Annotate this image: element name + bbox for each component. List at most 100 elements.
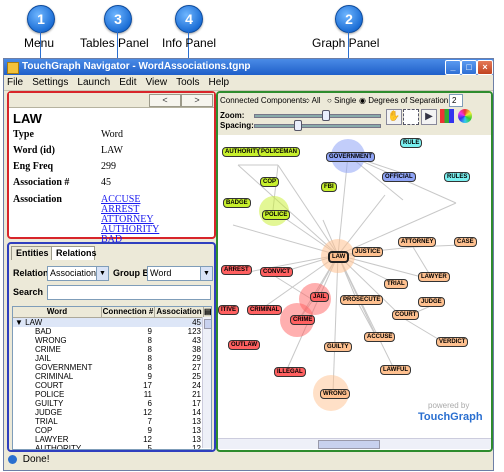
connected-components-label: Connected Components: bbox=[220, 96, 309, 105]
chevron-down-icon[interactable]: ▼ bbox=[96, 267, 108, 280]
spacing-slider-track[interactable] bbox=[254, 124, 381, 128]
chevron-down-icon[interactable]: ▼ bbox=[200, 267, 212, 280]
menu-view[interactable]: View bbox=[146, 75, 168, 90]
tab-entities[interactable]: Entities bbox=[11, 246, 53, 260]
table-row[interactable]: TRIAL 7 13 bbox=[13, 417, 203, 426]
graph-node-prosecute[interactable]: PROSECUTE bbox=[340, 295, 384, 305]
forward-button[interactable]: > bbox=[181, 94, 213, 107]
color-wheel-icon[interactable] bbox=[458, 109, 472, 123]
graph-node-wrong[interactable]: WRONG bbox=[320, 389, 350, 399]
graph-node-cop[interactable]: COP bbox=[260, 177, 280, 187]
graph-node-case[interactable]: CASE bbox=[454, 237, 477, 247]
graph-node-court[interactable]: COURT bbox=[392, 310, 420, 320]
table-row[interactable]: LAWYER 12 13 bbox=[13, 435, 203, 444]
graph-node-police[interactable]: POLICE bbox=[262, 210, 291, 220]
group-by-value: Word bbox=[150, 268, 172, 278]
palette-icon[interactable] bbox=[440, 109, 454, 123]
graph-node-verdict[interactable]: VERDICT bbox=[436, 337, 469, 347]
table-row[interactable]: POLICE 11 21 bbox=[13, 390, 203, 399]
cell-word: GOVERNMENT bbox=[35, 363, 93, 372]
graph-hscrollbar[interactable] bbox=[218, 438, 491, 449]
graph-node-trial[interactable]: TRIAL bbox=[384, 279, 408, 289]
menu-settings[interactable]: Settings bbox=[32, 75, 68, 90]
hand-icon[interactable]: ✋ bbox=[386, 109, 402, 125]
title-bar[interactable]: TouchGraph Navigator - WordAssociations.… bbox=[4, 59, 493, 75]
graph-node-jail[interactable]: JAIL bbox=[310, 292, 330, 302]
graph-node-arrest[interactable]: ARREST bbox=[221, 265, 252, 275]
zoom-slider[interactable] bbox=[322, 110, 330, 121]
status-text: Done! bbox=[22, 454, 50, 465]
graph-node-judge[interactable]: JUDGE bbox=[418, 297, 445, 307]
cell-word: COURT bbox=[35, 381, 64, 390]
table-row[interactable]: WRONG 8 43 bbox=[13, 336, 203, 345]
graph-node-official[interactable]: OFFICIAL bbox=[382, 172, 416, 182]
table-row[interactable]: GUILTY 6 17 bbox=[13, 399, 203, 408]
cell-word: ▼ LAW bbox=[15, 318, 43, 327]
table-row[interactable]: AUTHORITY 5 12 bbox=[13, 444, 203, 449]
graph-node-rule[interactable]: RULE bbox=[400, 138, 423, 148]
graph-node-fbi[interactable]: FBI bbox=[321, 182, 337, 192]
menu-help[interactable]: Help bbox=[209, 75, 230, 90]
radio-single[interactable]: ○ Single bbox=[327, 96, 356, 105]
table-row[interactable]: COURT 17 24 bbox=[13, 381, 203, 390]
table-row[interactable]: CRIME 8 38 bbox=[13, 345, 203, 354]
graph-node-attorney[interactable]: ATTORNEY bbox=[398, 237, 437, 247]
menu-file[interactable]: File bbox=[7, 75, 23, 90]
zoom-label: Zoom: bbox=[220, 111, 245, 120]
graph-node-illegal[interactable]: ILLEGAL bbox=[274, 367, 306, 377]
spacing-slider[interactable] bbox=[294, 120, 302, 131]
graph-node-accuse[interactable]: ACCUSE bbox=[364, 332, 396, 342]
graph-node-badge[interactable]: BADGE bbox=[223, 198, 251, 208]
table-row[interactable]: CRIMINAL 9 25 bbox=[13, 372, 203, 381]
table-row[interactable]: GOVERNMENT 8 27 bbox=[13, 363, 203, 372]
search-input[interactable] bbox=[47, 285, 211, 300]
select-icon[interactable] bbox=[403, 109, 419, 125]
graph-node-itive[interactable]: ITIVE bbox=[218, 305, 240, 315]
graph-node-crime[interactable]: CRIME bbox=[290, 315, 316, 325]
graph-node-guilty[interactable]: GUILTY bbox=[324, 342, 352, 352]
menu-launch[interactable]: Launch bbox=[77, 75, 110, 90]
graph-node-policeman[interactable]: POLICEMAN bbox=[258, 147, 300, 157]
radio-degrees[interactable]: ◉ Degrees of Separation bbox=[359, 96, 448, 105]
menu-tools[interactable]: Tools bbox=[176, 75, 199, 90]
info-value: Word bbox=[101, 129, 123, 140]
menu-edit[interactable]: Edit bbox=[119, 75, 136, 90]
table-row[interactable]: JUDGE 12 14 bbox=[13, 408, 203, 417]
graph-node-criminal[interactable]: CRIMINAL bbox=[247, 305, 283, 315]
tab-relations[interactable]: Relations bbox=[51, 246, 97, 260]
scroll-thumb[interactable] bbox=[318, 440, 380, 449]
graph-node-lawful[interactable]: LAWFUL bbox=[380, 365, 411, 375]
cell-association: 13 bbox=[192, 435, 201, 444]
close-button[interactable]: × bbox=[477, 60, 493, 75]
degrees-spinner[interactable]: 2 bbox=[449, 94, 463, 107]
graph-node-convict[interactable]: CONVICT bbox=[260, 267, 293, 277]
column-header-association[interactable]: Association # bbox=[155, 307, 204, 326]
table-row[interactable]: COP 9 13 bbox=[13, 426, 203, 435]
radio-all[interactable]: ○ All bbox=[305, 96, 321, 105]
table-scrollbar[interactable] bbox=[202, 317, 211, 448]
cell-word: JUDGE bbox=[35, 408, 63, 417]
graph-node-law[interactable]: LAW bbox=[328, 251, 350, 263]
cell-word: WRONG bbox=[35, 336, 67, 345]
back-button[interactable]: < bbox=[149, 94, 181, 107]
maximize-button[interactable]: □ bbox=[461, 60, 477, 75]
table-row[interactable]: JAIL 8 29 bbox=[13, 354, 203, 363]
graph-node-government[interactable]: GOVERNMENT bbox=[326, 152, 376, 162]
column-header-word[interactable]: Word bbox=[13, 307, 102, 318]
relation-select[interactable]: Association ▼ bbox=[47, 266, 109, 281]
graph-node-outlaw[interactable]: OUTLAW bbox=[228, 340, 260, 350]
group-by-select[interactable]: Word ▼ bbox=[147, 266, 213, 281]
graph-node-justice[interactable]: JUSTICE bbox=[352, 247, 384, 257]
radio-degrees-label: Degrees of Separation bbox=[368, 96, 449, 105]
graph-node-rules[interactable]: RULES bbox=[444, 172, 471, 182]
graph-node-authority[interactable]: AUTHORITY bbox=[222, 147, 263, 157]
table-group-row[interactable]: ▼ LAW 45 bbox=[13, 318, 203, 327]
table-row[interactable]: BAD 9 123 bbox=[13, 327, 203, 336]
zoom-slider-track[interactable] bbox=[254, 114, 381, 118]
minimize-button[interactable]: _ bbox=[445, 60, 461, 75]
scroll-thumb[interactable] bbox=[204, 319, 211, 329]
graph-node-lawyer[interactable]: LAWYER bbox=[418, 272, 450, 282]
play-icon[interactable]: ▶ bbox=[421, 109, 437, 125]
graph-canvas[interactable]: AUTHORITY POLICEMAN COP FBI BADGE POLICE GOVER… bbox=[218, 135, 491, 438]
column-header-connection[interactable]: Connection # bbox=[102, 307, 155, 318]
